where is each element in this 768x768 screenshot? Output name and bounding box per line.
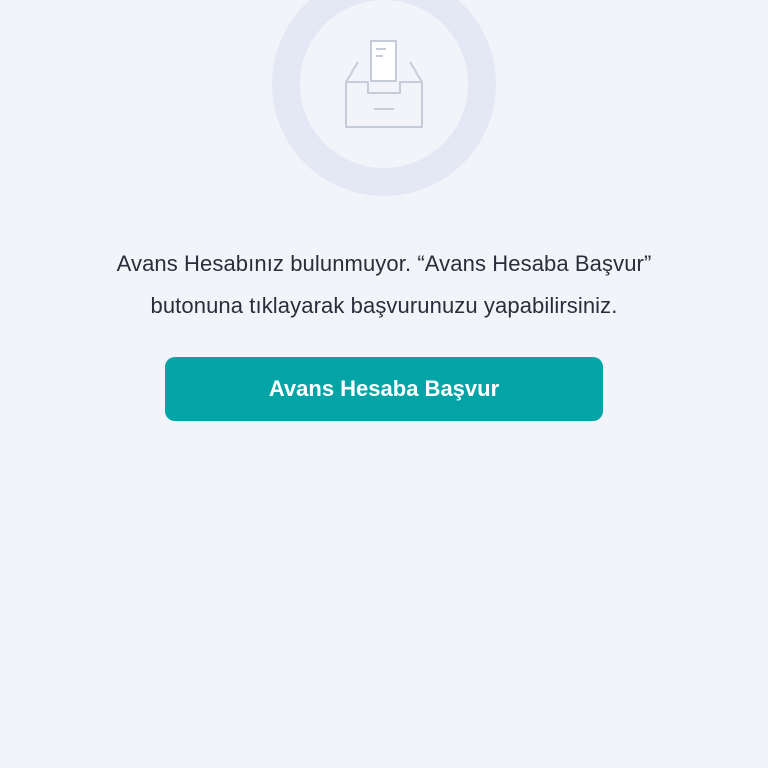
empty-state-message-line1: Avans Hesabınız bulunmuyor. “Avans Hesab… [116,251,652,276]
empty-state-message: Avans Hesabınız bulunmuyor. “Avans Hesab… [40,243,728,327]
empty-state-message-line2: butonuna tıklayarak başvurunuzu yapabili… [150,293,618,318]
empty-state-illustration [270,0,498,198]
inbox-tray-document-icon [272,0,496,196]
apply-advance-account-button[interactable]: Avans Hesaba Başvur [165,357,603,421]
